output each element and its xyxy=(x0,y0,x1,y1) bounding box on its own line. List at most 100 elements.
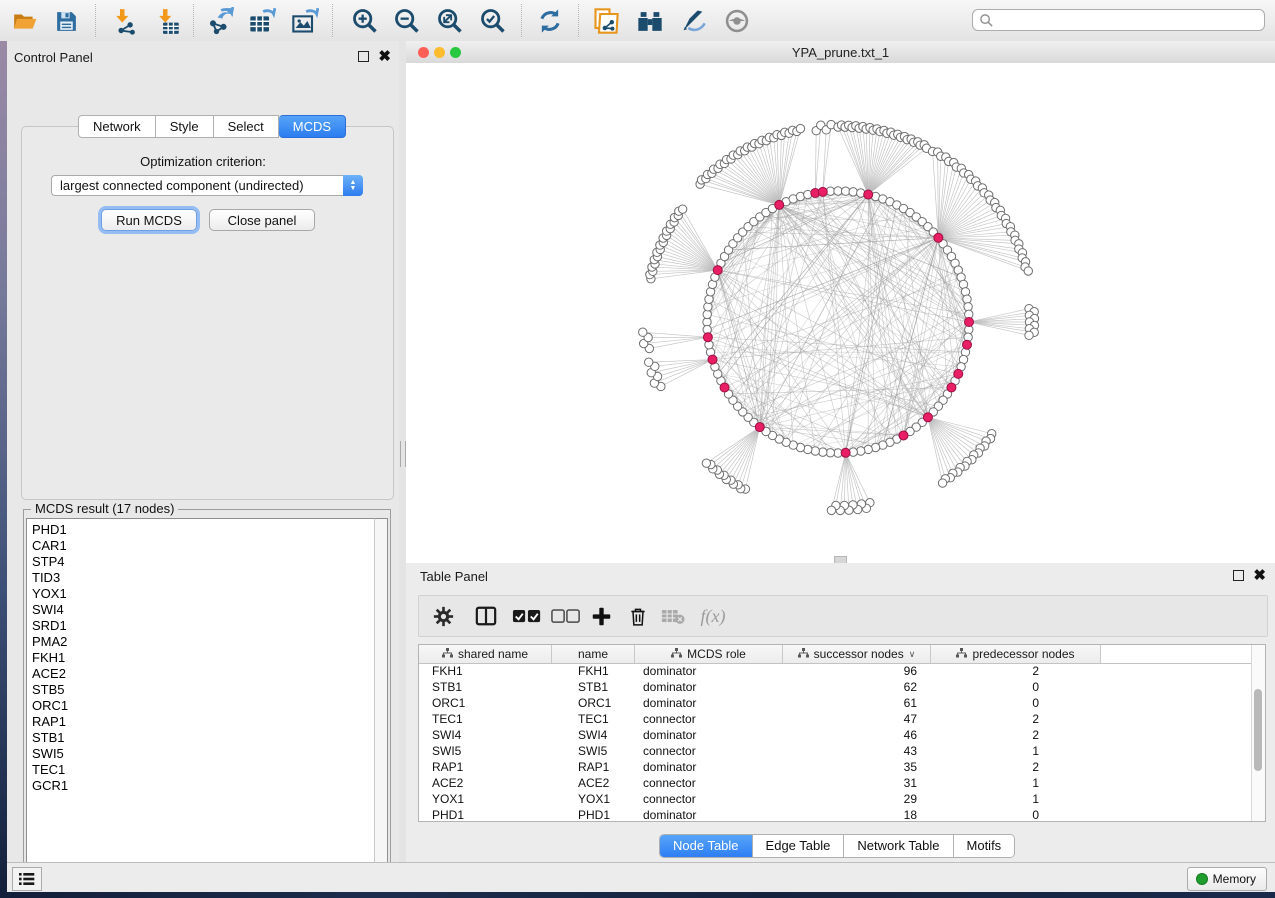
refresh-icon[interactable] xyxy=(536,7,564,35)
graph-node[interactable] xyxy=(705,295,713,303)
trash-icon[interactable] xyxy=(625,602,651,630)
tab-style[interactable]: Style xyxy=(156,115,214,138)
memory-button[interactable]: Memory xyxy=(1187,867,1267,891)
graph-satellite-node[interactable] xyxy=(639,328,647,336)
open-folder-icon[interactable] xyxy=(11,7,39,35)
table-scrollbar[interactable] xyxy=(1251,645,1265,821)
close-panel-icon[interactable]: ✖ xyxy=(1253,571,1266,580)
zoom-selected-icon[interactable] xyxy=(479,7,507,35)
graph-satellite-node[interactable] xyxy=(827,506,835,514)
split-pane-divider[interactable] xyxy=(399,41,406,862)
graph-mcds-node[interactable] xyxy=(841,448,850,457)
graph-node[interactable] xyxy=(963,295,971,303)
mcds-result-item[interactable]: GCR1 xyxy=(32,778,374,794)
column-header-shared-name[interactable]: shared name xyxy=(419,645,552,663)
mcds-result-item[interactable]: PMA2 xyxy=(32,634,374,650)
column-header-successor-nodes[interactable]: successor nodes∨ xyxy=(783,645,931,663)
node-table[interactable]: shared namenameMCDS rolesuccessor nodes∨… xyxy=(418,644,1266,822)
mcds-result-item[interactable]: STP4 xyxy=(32,554,374,570)
deselect-all-icon[interactable] xyxy=(550,602,582,630)
clone-network-icon[interactable] xyxy=(592,7,620,35)
table-row[interactable]: SWI5SWI5connector431 xyxy=(419,743,1252,759)
graph-node[interactable] xyxy=(811,447,819,455)
graph-node[interactable] xyxy=(819,448,827,456)
graph-node[interactable] xyxy=(961,288,969,296)
graph-mcds-node[interactable] xyxy=(899,431,908,440)
zoom-fit-icon[interactable] xyxy=(436,7,464,35)
table-row[interactable]: STB1STB1dominator620 xyxy=(419,679,1252,695)
tab-select[interactable]: Select xyxy=(214,115,279,138)
graph-satellite-node[interactable] xyxy=(796,124,804,132)
graph-satellite-node[interactable] xyxy=(938,479,946,487)
binoculars-icon[interactable] xyxy=(636,7,664,35)
mcds-result-item[interactable]: YOX1 xyxy=(32,586,374,602)
import-table-icon[interactable] xyxy=(153,7,181,35)
mcds-result-item[interactable]: ORC1 xyxy=(32,698,374,714)
graph-satellite-node[interactable] xyxy=(1025,331,1033,339)
table-row[interactable]: FKH1FKH1dominator962 xyxy=(419,663,1252,679)
gear-icon[interactable] xyxy=(431,602,455,630)
graph-mcds-node[interactable] xyxy=(755,423,764,432)
tab-network-table[interactable]: Network Table xyxy=(844,835,953,857)
criterion-select[interactable]: largest connected component (undirected)… xyxy=(51,175,363,196)
column-header-predecessor-nodes[interactable]: predecessor nodes xyxy=(931,645,1101,663)
select-all-icon[interactable] xyxy=(511,602,543,630)
graph-node[interactable] xyxy=(857,447,865,455)
delete-table-icon[interactable] xyxy=(659,602,687,630)
tab-edge-table[interactable]: Edge Table xyxy=(753,835,845,857)
mcds-result-item[interactable]: STB5 xyxy=(32,682,374,698)
scrollbar-thumb[interactable] xyxy=(1254,689,1262,771)
float-panel-icon[interactable] xyxy=(1233,570,1244,581)
table-row[interactable]: ORC1ORC1dominator610 xyxy=(419,695,1252,711)
graph-mcds-node[interactable] xyxy=(934,233,943,242)
zoom-out-icon[interactable] xyxy=(393,7,421,35)
graph-mcds-node[interactable] xyxy=(703,333,712,342)
function-icon[interactable]: f(x) xyxy=(695,602,731,630)
export-table-icon[interactable] xyxy=(248,7,276,35)
save-icon[interactable] xyxy=(52,7,80,35)
hide-elements-icon[interactable] xyxy=(679,7,707,35)
graph-mcds-node[interactable] xyxy=(864,190,873,199)
graph-mcds-node[interactable] xyxy=(818,187,827,196)
mcds-result-item[interactable]: CAR1 xyxy=(32,538,374,554)
column-header-MCDS-role[interactable]: MCDS role xyxy=(635,645,783,663)
task-history-button[interactable] xyxy=(12,867,42,891)
graph-satellite-node[interactable] xyxy=(702,459,710,467)
zoom-in-icon[interactable] xyxy=(351,7,379,35)
mcds-result-item[interactable]: TEC1 xyxy=(32,762,374,778)
table-row[interactable]: TEC1TEC1connector472 xyxy=(419,711,1252,727)
graph-satellite-node[interactable] xyxy=(645,358,653,366)
graph-mcds-node[interactable] xyxy=(963,340,972,349)
mcds-result-item[interactable]: SWI5 xyxy=(32,746,374,762)
graph-mcds-node[interactable] xyxy=(775,200,784,209)
network-view[interactable] xyxy=(406,63,1275,563)
export-image-icon[interactable] xyxy=(291,7,319,35)
mcds-result-item[interactable]: FKH1 xyxy=(32,650,374,666)
network-graph[interactable] xyxy=(406,63,1275,563)
mcds-result-item[interactable]: ACE2 xyxy=(32,666,374,682)
graph-mcds-node[interactable] xyxy=(954,369,963,378)
columns-icon[interactable] xyxy=(473,602,499,630)
close-panel-button[interactable]: Close panel xyxy=(209,209,315,231)
graph-mcds-node[interactable] xyxy=(923,413,932,422)
graph-satellite-node[interactable] xyxy=(1024,267,1032,275)
tab-motifs[interactable]: Motifs xyxy=(954,835,1015,857)
tab-network[interactable]: Network xyxy=(78,115,156,138)
mcds-result-scrollbar[interactable] xyxy=(374,518,388,876)
mcds-result-item[interactable]: STB1 xyxy=(32,730,374,746)
mcds-result-item[interactable]: SWI4 xyxy=(32,602,374,618)
graph-mcds-node[interactable] xyxy=(965,318,974,327)
graph-node[interactable] xyxy=(864,445,872,453)
graph-mcds-node[interactable] xyxy=(720,383,729,392)
add-icon[interactable] xyxy=(588,602,614,630)
table-row[interactable]: SWI4SWI4dominator462 xyxy=(419,727,1252,743)
mcds-result-item[interactable]: RAP1 xyxy=(32,714,374,730)
column-header-name[interactable]: name xyxy=(552,645,635,663)
table-row[interactable]: ACE2ACE2connector311 xyxy=(419,775,1252,791)
graph-mcds-node[interactable] xyxy=(708,355,717,364)
mcds-result-list[interactable]: PHD1CAR1STP4TID3YOX1SWI4SRD1PMA2FKH1ACE2… xyxy=(26,518,374,876)
mcds-result-item[interactable]: PHD1 xyxy=(32,522,374,538)
export-network-icon[interactable] xyxy=(206,7,234,35)
table-row[interactable]: RAP1RAP1dominator352 xyxy=(419,759,1252,775)
table-row[interactable]: YOX1YOX1connector291 xyxy=(419,791,1252,807)
